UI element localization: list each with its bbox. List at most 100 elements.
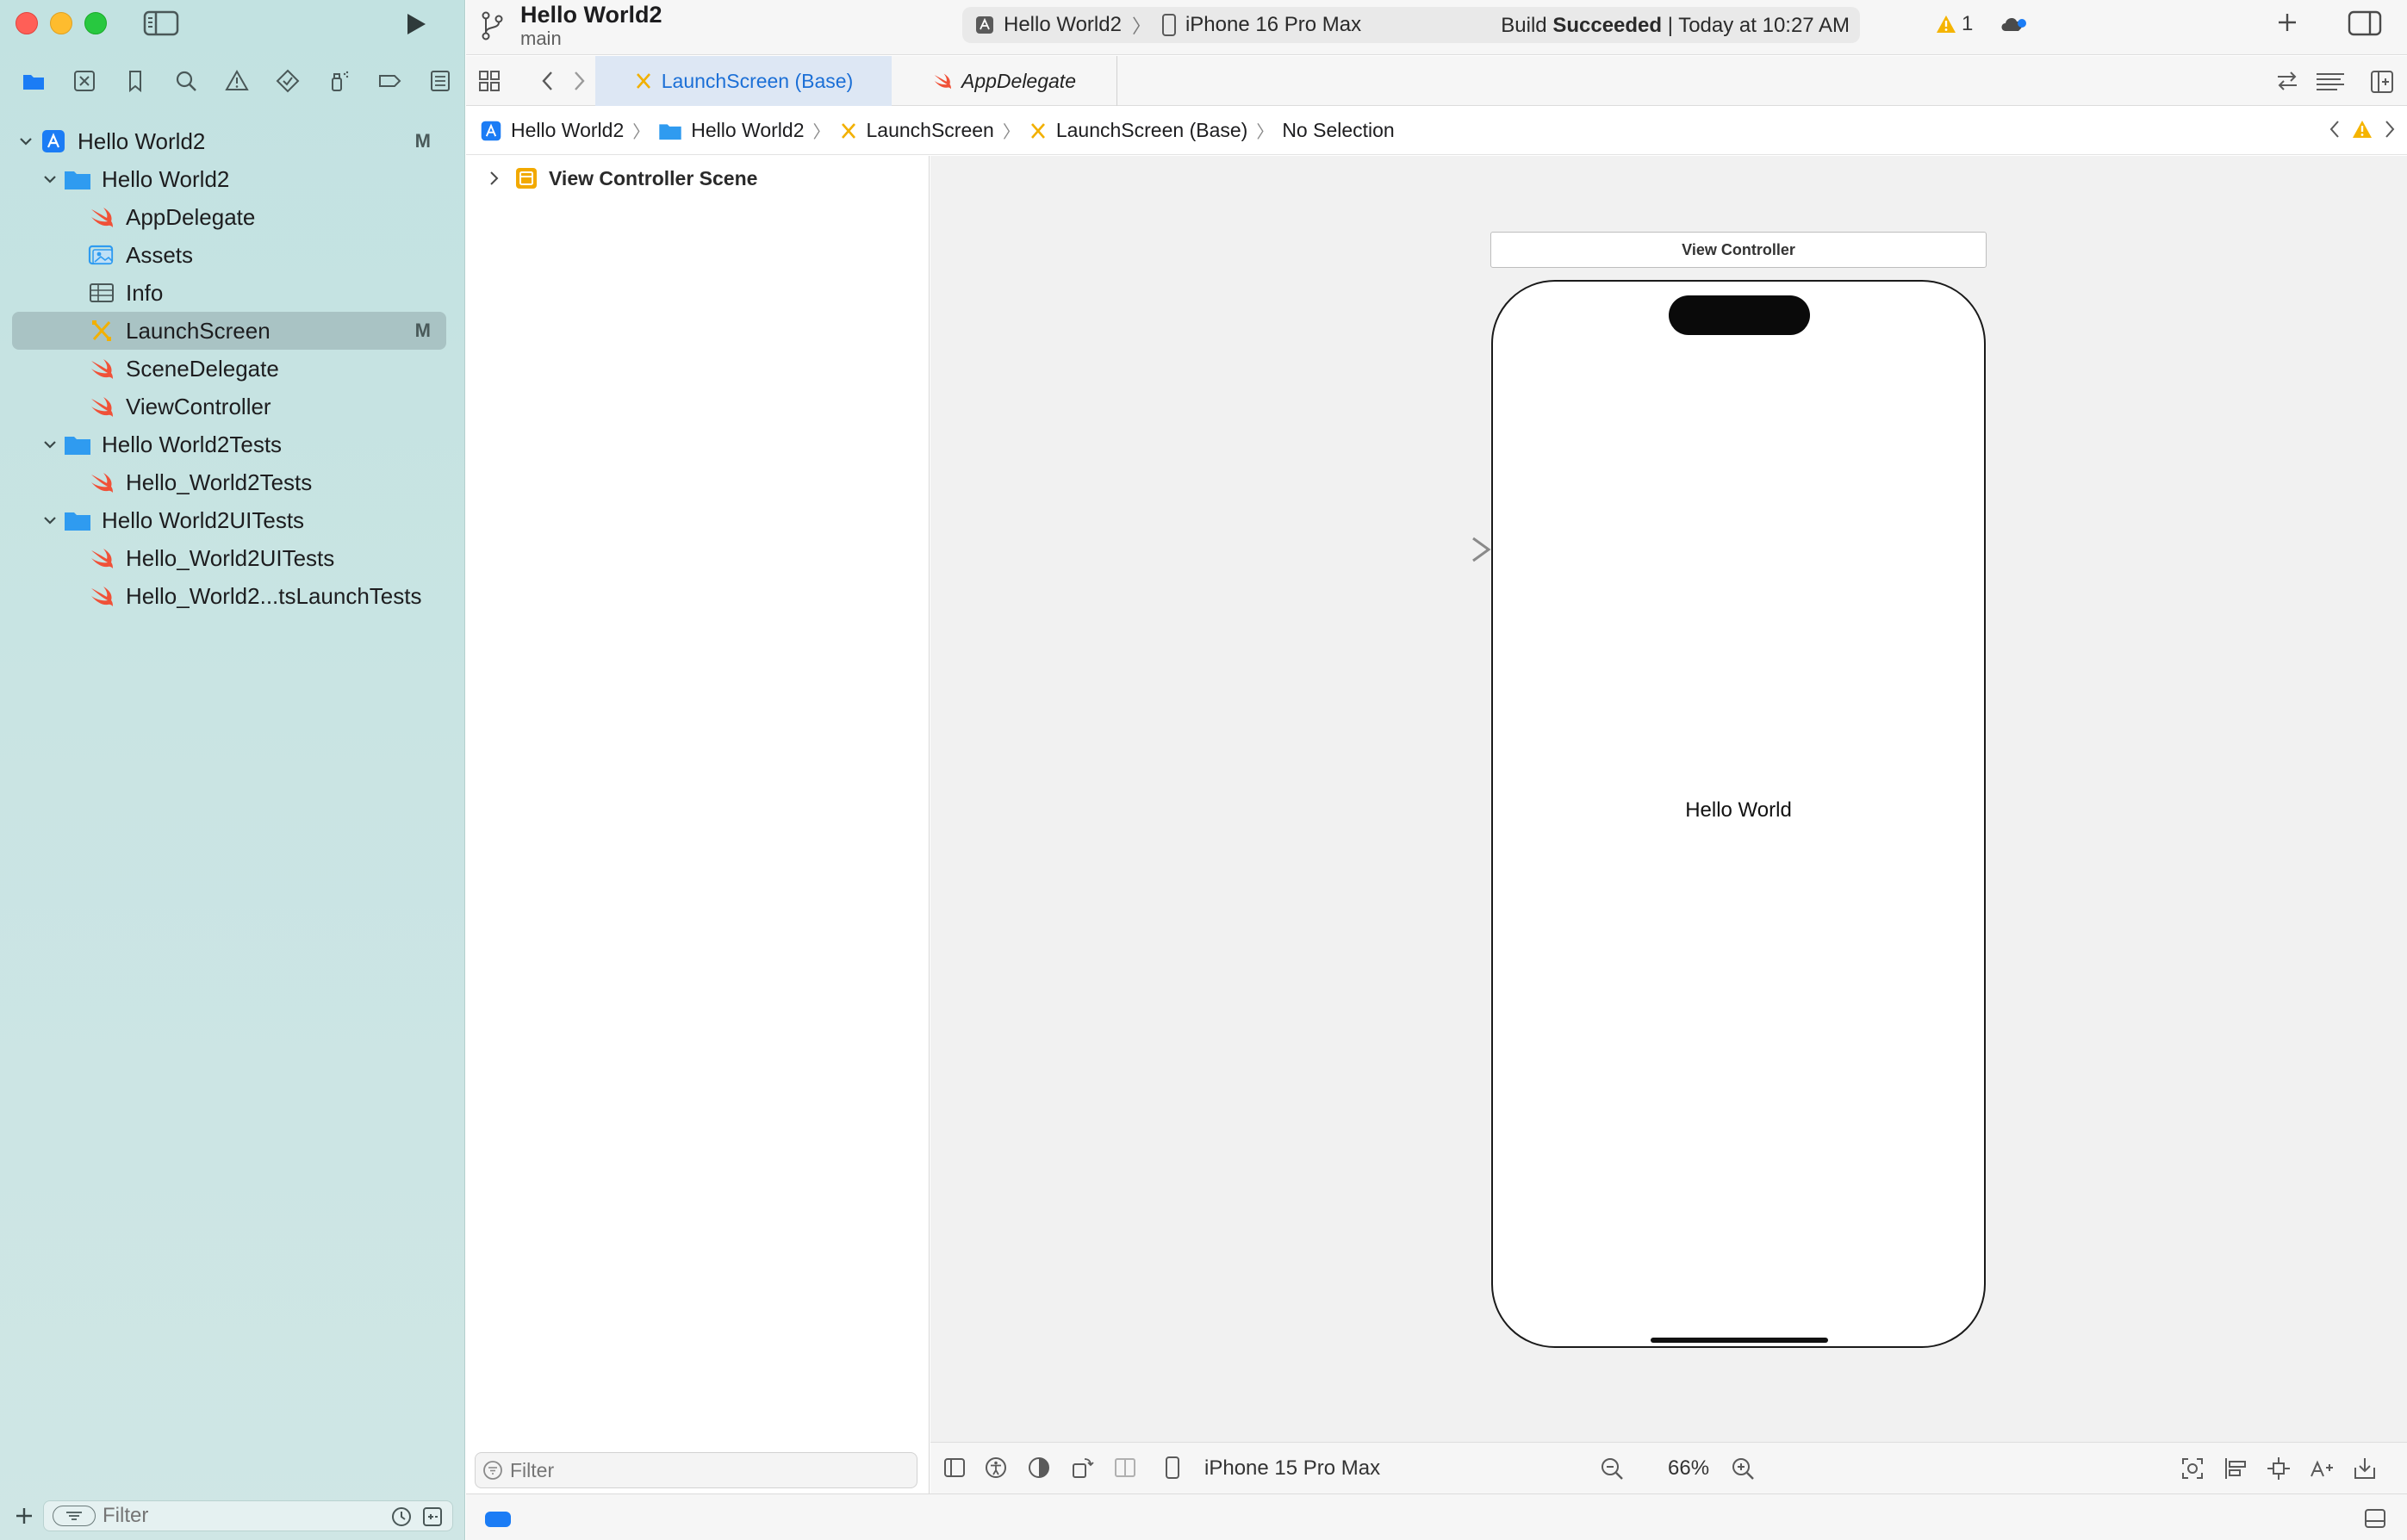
- hello-world-label[interactable]: Hello World: [1493, 798, 1984, 823]
- orientation-rotate-icon[interactable]: [1070, 1456, 1094, 1480]
- issue-navigator-warning-icon[interactable]: [212, 65, 263, 96]
- filter-circle-icon: [483, 1461, 502, 1480]
- zoom-out-icon[interactable]: [1599, 1456, 1625, 1481]
- cloud-status-icon[interactable]: [1998, 12, 2029, 34]
- modified-files-filter-icon[interactable]: [421, 1506, 444, 1528]
- embed-in-icon[interactable]: [2352, 1456, 2378, 1481]
- bookmark-navigator-icon[interactable]: [110, 65, 161, 96]
- breakpoints-toggle-icon[interactable]: [485, 1512, 511, 1527]
- outline-scene-row[interactable]: View Controller Scene: [487, 166, 757, 190]
- tree-row-file[interactable]: Assets: [12, 236, 446, 274]
- warning-count: 1: [1962, 12, 1974, 35]
- breadcrumb-storyboard[interactable]: LaunchScreen: [839, 119, 994, 142]
- tree-row-file-selected[interactable]: LaunchScreen M: [12, 312, 446, 350]
- tab-appdelegate[interactable]: AppDelegate: [892, 56, 1117, 106]
- breadcrumb-project[interactable]: Hello World2: [480, 119, 624, 142]
- split-view-icon[interactable]: [1113, 1456, 1137, 1480]
- tree-row-project[interactable]: Hello World2 M: [12, 122, 446, 160]
- tree-row-file[interactable]: Hello_World2...tsLaunchTests: [12, 577, 446, 615]
- align-icon[interactable]: [2223, 1456, 2248, 1481]
- warning-triangle-icon: [1937, 16, 1956, 33]
- appearance-toggle-icon[interactable]: [1027, 1456, 1051, 1480]
- test-navigator-diamond-icon[interactable]: [262, 65, 313, 96]
- breakpoint-navigator-icon[interactable]: [364, 65, 414, 96]
- initial-view-controller-arrow-icon[interactable]: [1378, 537, 1492, 562]
- tree-row-folder[interactable]: Hello World2UITests: [12, 501, 446, 539]
- editor-options-swap-icon[interactable]: [2275, 70, 2299, 92]
- interface-builder-canvas[interactable]: View Controller Hello World: [930, 156, 2407, 1442]
- filter-options-icon[interactable]: [53, 1506, 96, 1526]
- scheme-label: Hello World2: [1004, 13, 1122, 36]
- minimize-window-button[interactable]: [50, 12, 72, 34]
- zoom-window-button[interactable]: [84, 12, 107, 34]
- tree-row-file[interactable]: AppDelegate: [12, 198, 446, 236]
- chevron-down-icon[interactable]: [14, 129, 38, 153]
- outline-filter-input[interactable]: [510, 1458, 889, 1482]
- chevron-right-icon: 〉: [812, 123, 830, 142]
- add-file-plus-icon[interactable]: [14, 1506, 34, 1526]
- tree-row-label: LaunchScreen: [126, 317, 271, 344]
- resolve-issues-icon[interactable]: [2309, 1456, 2335, 1481]
- breadcrumb-folder[interactable]: Hello World2: [658, 119, 805, 142]
- find-navigator-search-icon[interactable]: [161, 65, 212, 96]
- iphone-scene-view[interactable]: Hello World: [1491, 280, 1986, 1348]
- scheme-app-icon: [976, 16, 993, 34]
- breadcrumb-storyboard-base[interactable]: LaunchScreen (Base): [1029, 119, 1247, 142]
- tree-row-label: SceneDelegate: [126, 355, 279, 382]
- outline-filter-field[interactable]: [475, 1452, 917, 1488]
- build-status: Build Succeeded | Today at 10:27 AM: [1501, 14, 1850, 38]
- warning-indicator[interactable]: 1: [1936, 12, 1973, 36]
- scheme-selector[interactable]: Hello World2: [974, 13, 1122, 37]
- project-navigator-folder-icon[interactable]: [9, 65, 59, 96]
- swift-file-icon: [934, 73, 951, 90]
- recent-files-clock-icon[interactable]: [390, 1506, 413, 1528]
- update-frames-icon[interactable]: [2180, 1456, 2205, 1481]
- debug-area-toggle-icon[interactable]: [2364, 1508, 2386, 1529]
- zoom-level[interactable]: 66%: [1668, 1456, 1709, 1481]
- source-control-navigator-icon[interactable]: [59, 65, 110, 96]
- source-branch-icon[interactable]: [478, 10, 506, 41]
- chevron-down-icon[interactable]: [38, 167, 62, 191]
- add-editor-split-icon[interactable]: [2370, 70, 2394, 94]
- build-status-prefix: Build: [1501, 14, 1547, 37]
- breadcrumb-label: Hello World2: [511, 119, 625, 141]
- sidebar-toggle-icon[interactable]: [143, 10, 179, 36]
- tree-row-folder[interactable]: Hello World2: [12, 160, 446, 198]
- outline-toggle-icon[interactable]: [942, 1456, 967, 1480]
- library-add-plus-icon[interactable]: [2275, 10, 2299, 34]
- tree-row-file[interactable]: SceneDelegate: [12, 350, 446, 388]
- view-controller-title-bar[interactable]: View Controller: [1490, 232, 1987, 268]
- close-window-button[interactable]: [16, 12, 38, 34]
- debug-navigator-spray-icon[interactable]: [313, 65, 364, 96]
- chevron-down-icon[interactable]: [38, 508, 62, 532]
- device-configuration-label[interactable]: iPhone 15 Pro Max: [1204, 1456, 1380, 1481]
- navigate-forward-chevron-icon[interactable]: [569, 70, 588, 92]
- previous-issue-chevron-icon[interactable]: [2328, 119, 2342, 140]
- tree-row-file[interactable]: Info: [12, 274, 446, 312]
- tree-row-file[interactable]: Hello_World2Tests: [12, 463, 446, 501]
- tree-row-file[interactable]: Hello_World2UITests: [12, 539, 446, 577]
- navigator-filter-field[interactable]: [43, 1500, 453, 1531]
- tree-row-file[interactable]: ViewController: [12, 388, 446, 425]
- destination-selector[interactable]: iPhone 16 Pro Max: [1161, 13, 1361, 37]
- related-items-grid-icon[interactable]: [478, 70, 501, 92]
- tree-row-folder[interactable]: Hello World2Tests: [12, 425, 446, 463]
- inspector-toggle-icon[interactable]: [2348, 10, 2382, 36]
- next-issue-chevron-icon[interactable]: [2383, 119, 2397, 140]
- canvas-bottom-bar: iPhone 15 Pro Max 66%: [930, 1442, 2407, 1493]
- branch-name[interactable]: main: [520, 28, 562, 50]
- zoom-in-icon[interactable]: [1730, 1456, 1756, 1481]
- device-iphone-icon[interactable]: [1165, 1456, 1180, 1480]
- warning-triangle-icon[interactable]: [2352, 120, 2373, 139]
- accessibility-icon[interactable]: [984, 1456, 1008, 1480]
- tab-launchscreen-base[interactable]: LaunchScreen (Base): [595, 56, 892, 106]
- breadcrumb-selection[interactable]: No Selection: [1282, 119, 1394, 142]
- chevron-down-icon[interactable]: [38, 432, 62, 456]
- navigate-back-chevron-icon[interactable]: [538, 70, 557, 92]
- navigator-filter-input[interactable]: [103, 1504, 370, 1528]
- run-button[interactable]: [401, 10, 429, 38]
- report-navigator-icon[interactable]: [414, 65, 465, 96]
- adjust-editor-lines-icon[interactable]: [2315, 71, 2346, 92]
- breadcrumb-label: Hello World2: [691, 119, 805, 141]
- add-constraints-icon[interactable]: [2266, 1456, 2292, 1481]
